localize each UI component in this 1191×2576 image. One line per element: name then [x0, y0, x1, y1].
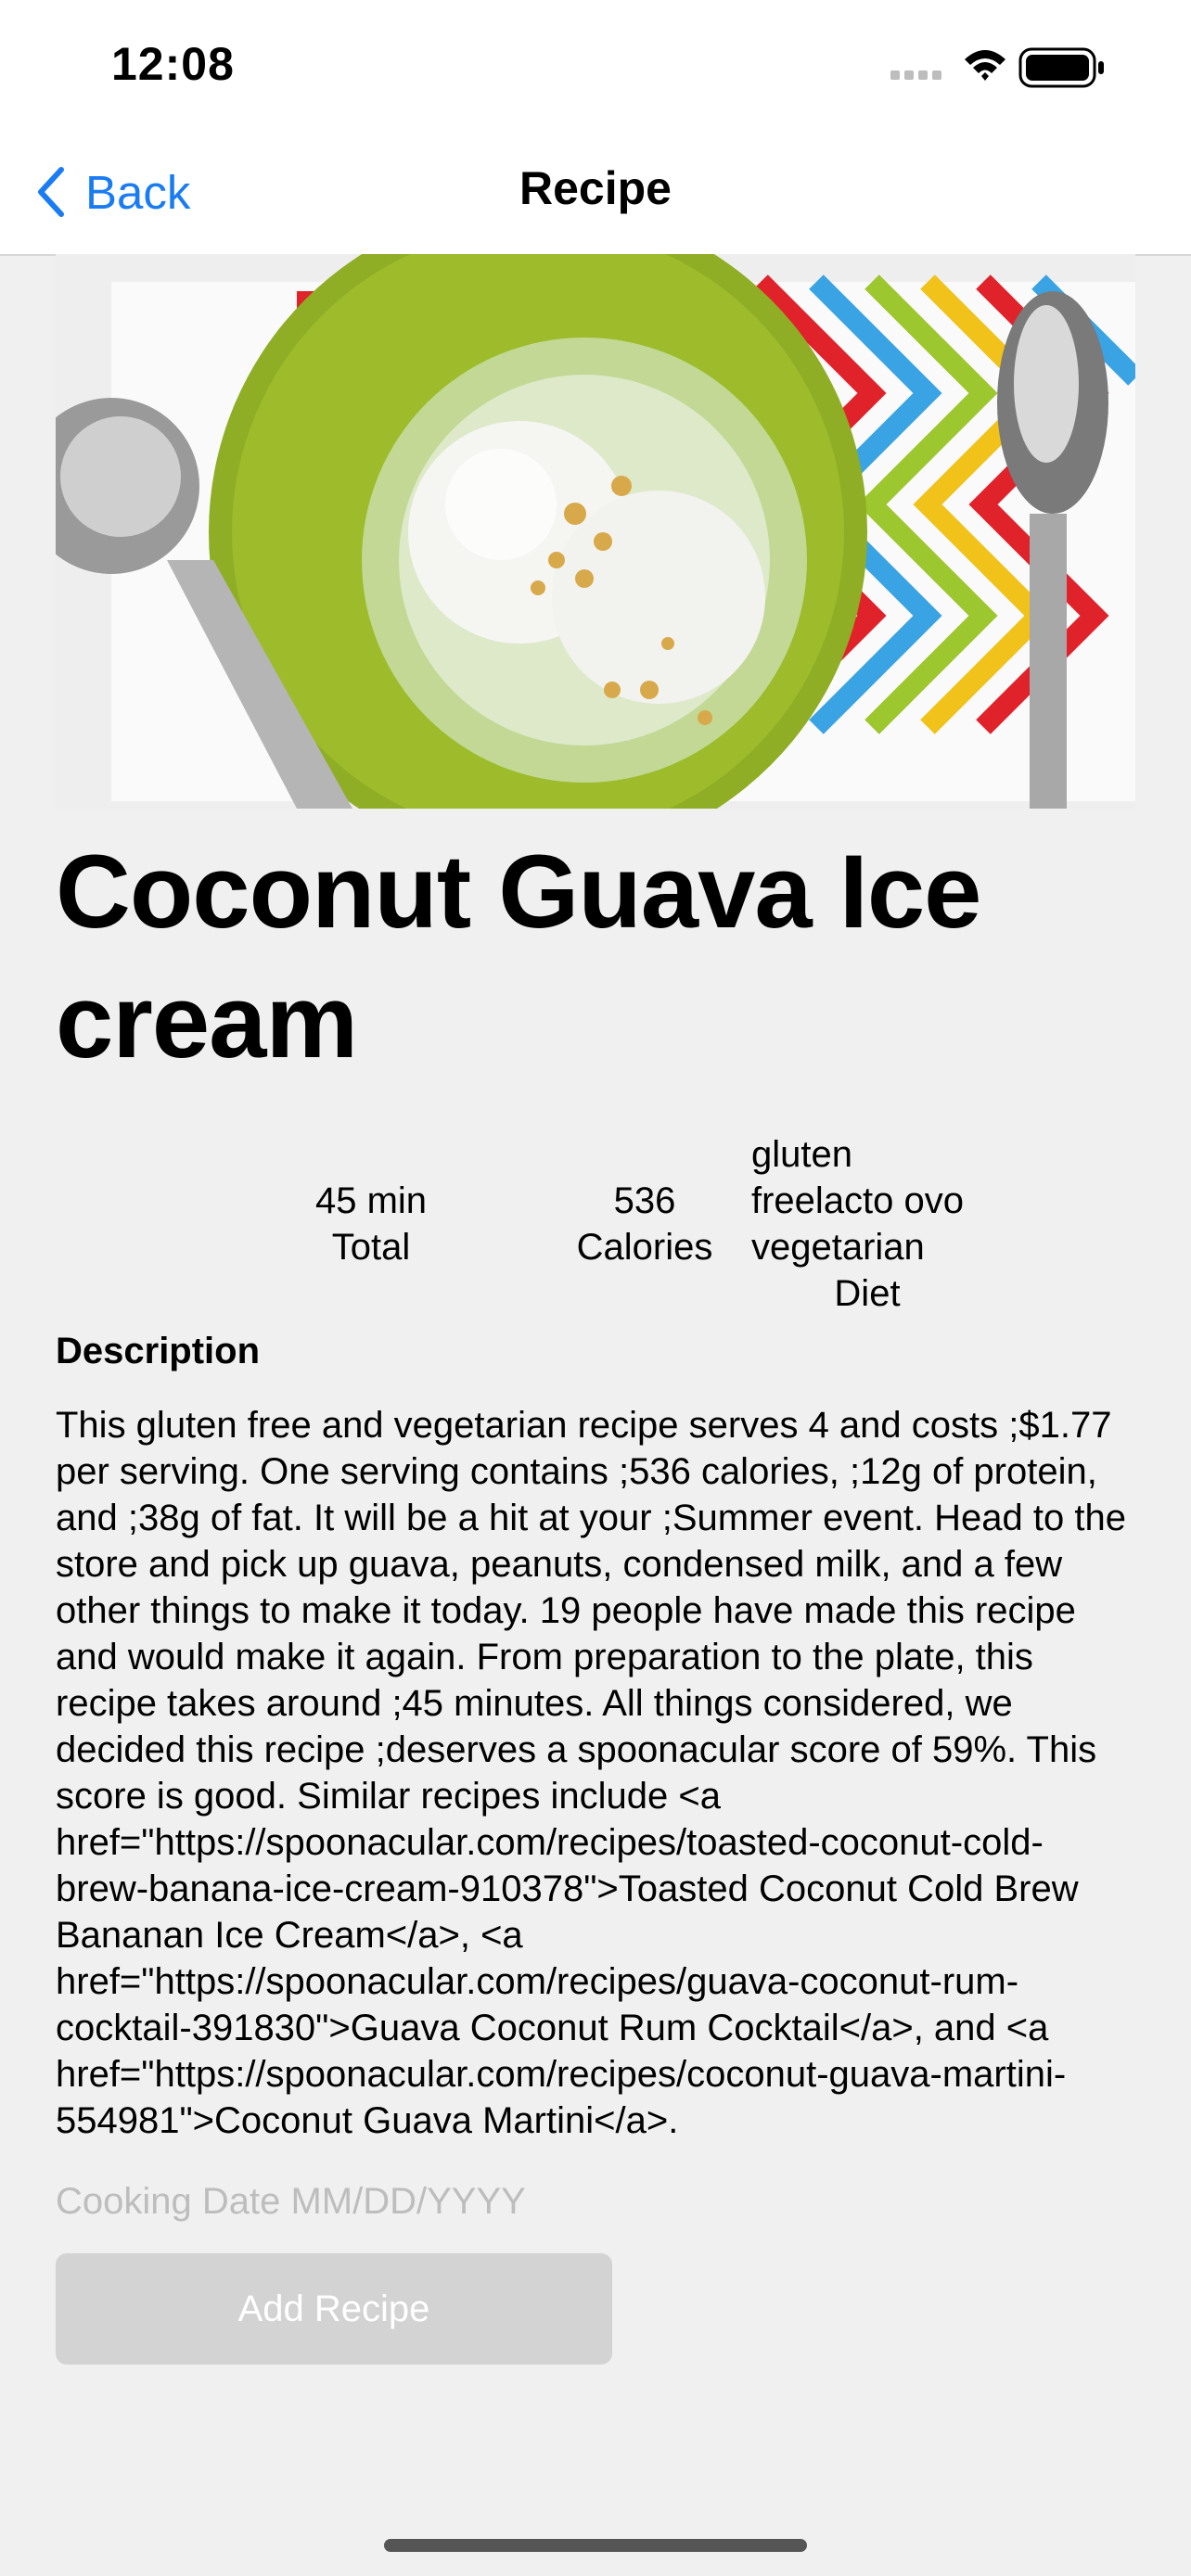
add-recipe-button[interactable]: Add Recipe: [56, 2253, 612, 2365]
description-text: This gluten free and vegetarian recipe s…: [56, 1405, 1126, 2141]
stat-diet-line-2: freelacto ovo: [751, 1180, 965, 1221]
cooking-date-input[interactable]: [56, 2175, 1135, 2227]
stat-diet-line-3: vegetarian: [751, 1227, 925, 1268]
recipe-stats: 45 min Total 536 Calories gluten freelac…: [56, 1131, 1135, 1328]
stat-diet: gluten freelacto ovo vegetarian Diet: [751, 1131, 1030, 1317]
status-bar: 12:08: [0, 0, 1191, 130]
stat-time-value: 45 min: [314, 1180, 428, 1221]
status-time: 12:08: [111, 38, 235, 90]
nav-title: Recipe: [519, 162, 672, 214]
stat-calories-label: Calories: [576, 1227, 713, 1268]
status-icons: [890, 46, 1113, 89]
battery-icon: [1018, 47, 1104, 88]
stat-total-time: 45 min Total: [250, 1178, 492, 1270]
cellular-signal-icon: [890, 70, 941, 80]
status-indicators-icon: [890, 47, 1104, 88]
navigation-bar: Back Recipe: [0, 130, 1191, 256]
stat-calories-value: 536: [613, 1180, 676, 1221]
recipe-title: Coconut Guava Ice cream: [56, 834, 981, 1079]
stat-time-label: Total: [331, 1227, 411, 1268]
stat-calories: 536 Calories: [524, 1178, 765, 1270]
recipe-content: Coconut Guava Ice cream 45 min Total 536…: [56, 254, 1135, 2365]
stat-diet-label: Diet: [834, 1273, 901, 1314]
recipe-image: [56, 254, 1135, 809]
description-heading: Description: [56, 1331, 261, 1371]
stat-diet-line-1: gluten: [751, 1134, 852, 1175]
ice-cream-photo: [56, 254, 1135, 809]
wifi-icon: [965, 50, 1005, 81]
home-indicator: [384, 2539, 807, 2552]
